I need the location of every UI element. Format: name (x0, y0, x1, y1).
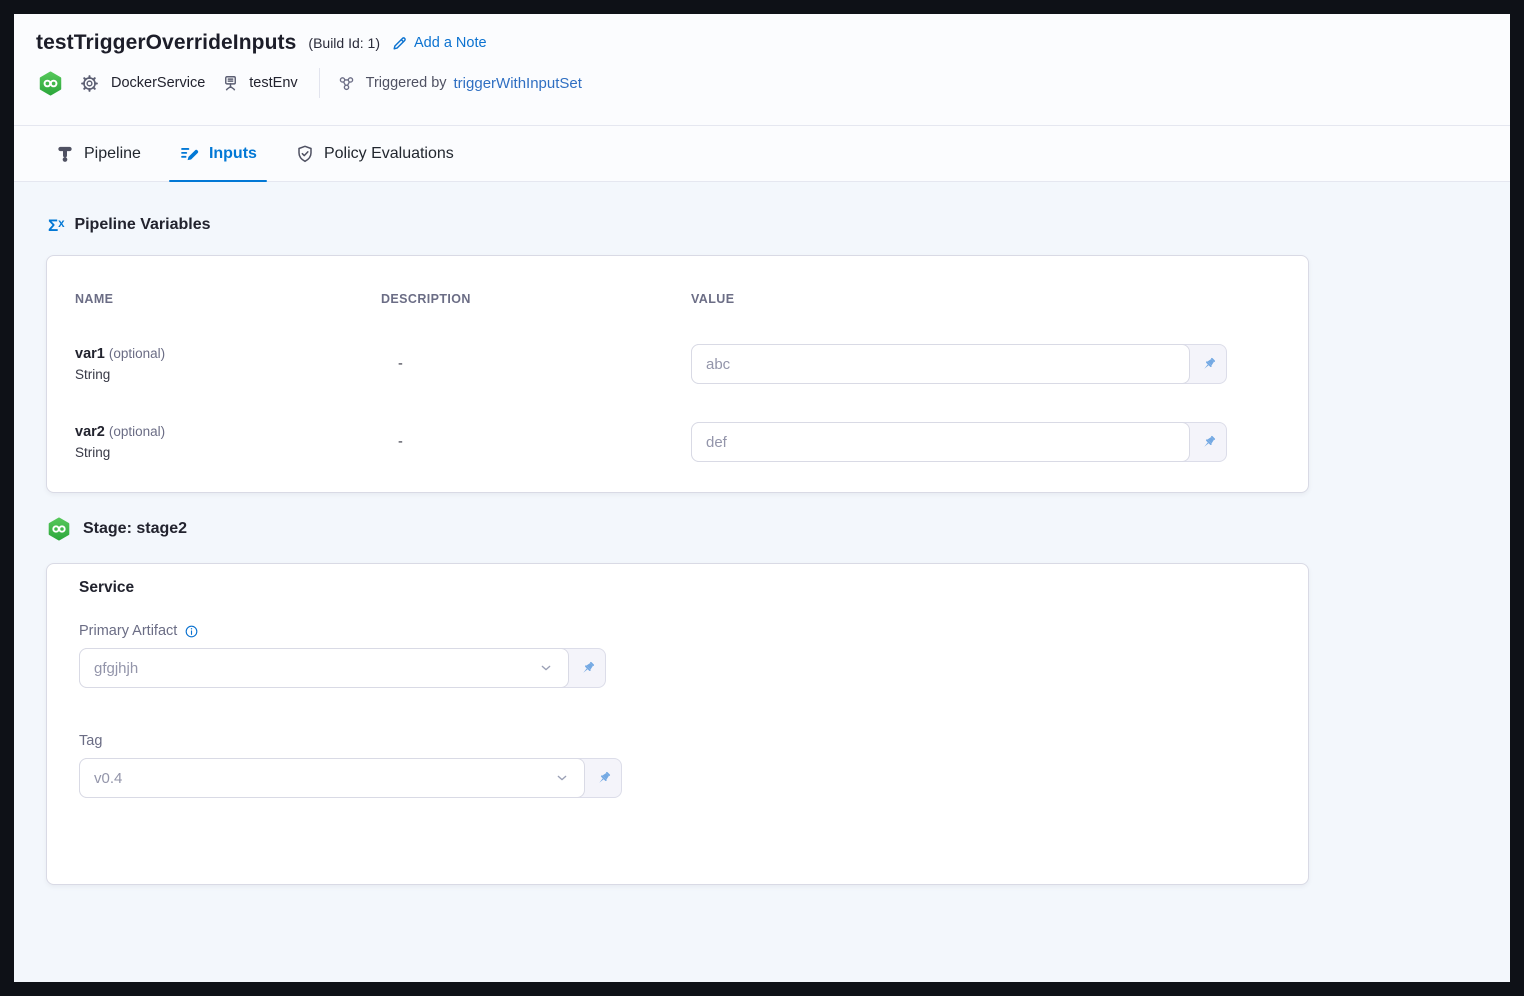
tag-widget: v0.4 (79, 758, 622, 798)
variable-value-input[interactable] (691, 344, 1190, 384)
primary-artifact-label: Primary Artifact (79, 623, 177, 639)
column-header-name: NAME (75, 292, 381, 306)
pin-button[interactable] (569, 649, 605, 687)
build-id-label: (Build Id: 1) (308, 35, 380, 51)
variable-description: - (381, 434, 691, 450)
tag-label: Tag (79, 733, 102, 749)
variable-description: - (381, 356, 691, 372)
primary-artifact-value: gfgjhjh (94, 660, 138, 677)
pin-button[interactable] (585, 759, 621, 797)
chevron-down-icon (538, 660, 554, 676)
chevron-down-icon (554, 770, 570, 786)
tag-value: v0.4 (94, 770, 122, 787)
primary-artifact-select[interactable]: gfgjhjh (79, 648, 569, 688)
tab-pipeline-label: Pipeline (84, 145, 141, 163)
inputs-tab-content: Σˣ Pipeline Variables NAME DESCRIPTION V… (14, 182, 1510, 982)
pipeline-variables-title: Pipeline Variables (74, 216, 210, 234)
triggered-by-label: Triggered by (366, 75, 447, 91)
service-card: Service Primary Artifact gfgjhjh (46, 563, 1309, 885)
shield-check-icon (295, 144, 315, 164)
tab-inputs-label: Inputs (209, 145, 257, 163)
variable-name: var1 (75, 346, 105, 362)
trigger-icon (337, 74, 356, 93)
tab-policy-evaluations-label: Policy Evaluations (324, 145, 454, 163)
pin-button[interactable] (1190, 345, 1226, 383)
variable-value-widget (691, 344, 1227, 384)
primary-artifact-label-row: Primary Artifact (79, 623, 1276, 639)
pipeline-variables-heading: Σˣ Pipeline Variables (48, 216, 1510, 234)
meta-divider (319, 68, 320, 98)
gear-icon (80, 74, 99, 93)
trigger-name-link[interactable]: triggerWithInputSet (454, 75, 582, 92)
environment-icon (221, 74, 240, 93)
harness-cd-icon (38, 71, 63, 96)
variable-value-input[interactable] (691, 422, 1190, 462)
variable-row-var1: var1 (optional) String - (75, 344, 1280, 384)
harness-cd-stage-icon (47, 517, 71, 541)
add-note-button[interactable]: Add a Note (391, 35, 487, 52)
column-header-description: DESCRIPTION (381, 292, 691, 306)
environment-name: testEnv (249, 75, 297, 91)
tab-bar: Pipeline Inputs Policy Evaluations (14, 125, 1510, 182)
primary-artifact-widget: gfgjhjh (79, 648, 606, 688)
pipeline-icon (55, 144, 75, 164)
pin-button[interactable] (1190, 423, 1226, 461)
tab-pipeline[interactable]: Pipeline (45, 126, 151, 181)
stage-heading: Stage: stage2 (47, 517, 1510, 541)
variable-value-widget (691, 422, 1227, 462)
variables-table-header: NAME DESCRIPTION VALUE (75, 292, 1280, 306)
pipeline-variables-card: NAME DESCRIPTION VALUE var1 (optional) S… (46, 255, 1309, 493)
inputs-icon (179, 143, 200, 164)
tag-select[interactable]: v0.4 (79, 758, 585, 798)
variables-sigma-icon: Σˣ (48, 217, 64, 234)
add-note-label: Add a Note (414, 35, 487, 51)
variable-type: String (75, 445, 381, 460)
service-section-title: Service (79, 579, 1276, 597)
stage-title: Stage: stage2 (83, 520, 187, 538)
tab-policy-evaluations[interactable]: Policy Evaluations (285, 126, 464, 181)
tab-inputs[interactable]: Inputs (169, 126, 267, 181)
variable-name-cell: var1 (optional) String (75, 346, 381, 382)
variable-name: var2 (75, 424, 105, 440)
title-row: testTriggerOverrideInputs (Build Id: 1) … (36, 31, 1510, 55)
variable-optional-label: (optional) (109, 346, 165, 361)
tag-label-row: Tag (79, 733, 1276, 749)
service-name: DockerService (111, 75, 205, 91)
info-icon[interactable] (184, 624, 199, 639)
page-title: testTriggerOverrideInputs (36, 31, 296, 55)
variable-type: String (75, 367, 381, 382)
variable-optional-label: (optional) (109, 424, 165, 439)
variable-row-var2: var2 (optional) String - (75, 422, 1280, 462)
execution-header: testTriggerOverrideInputs (Build Id: 1) … (14, 14, 1510, 125)
meta-row: DockerService testEnv (36, 68, 1510, 98)
execution-detail-panel: testTriggerOverrideInputs (Build Id: 1) … (14, 14, 1510, 982)
variable-name-cell: var2 (optional) String (75, 424, 381, 460)
column-header-value: VALUE (691, 292, 1280, 306)
pencil-icon (391, 35, 408, 52)
